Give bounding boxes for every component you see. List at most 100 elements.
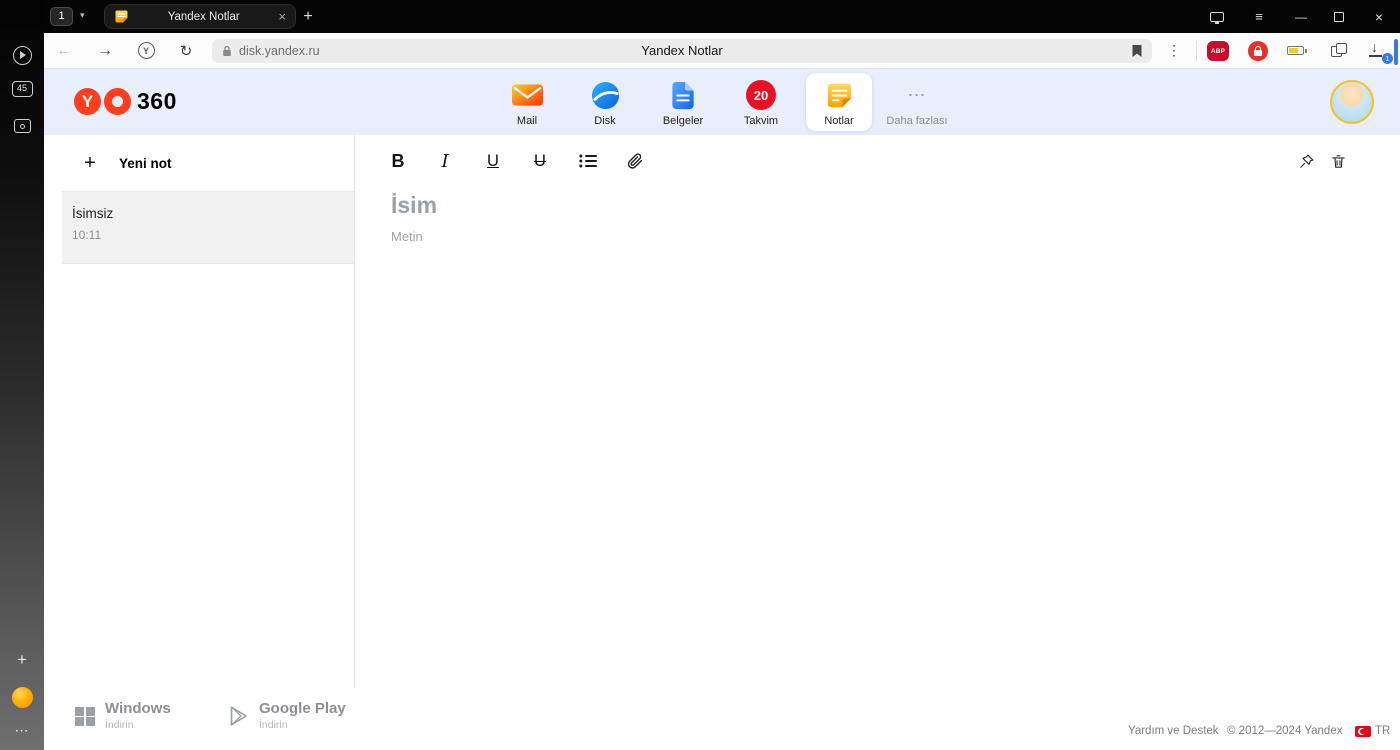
paperclip-icon	[627, 153, 643, 169]
app-disk[interactable]: Disk	[572, 73, 638, 131]
strikethrough-button[interactable]: U	[527, 146, 553, 176]
yandex-browser-button[interactable]	[0, 686, 44, 708]
reload-button[interactable]: ↻	[173, 33, 199, 68]
new-note-button[interactable]: + Yeni not	[62, 135, 354, 192]
turkish-flag-icon[interactable]	[1355, 726, 1371, 737]
app-takvim[interactable]: 20 Takvim	[728, 73, 794, 131]
notes-favicon-icon	[115, 10, 128, 23]
store-title: Windows	[105, 700, 171, 717]
copyright-text: © 2012—2024 Yandex	[1227, 725, 1343, 737]
plus-icon: +	[84, 151, 96, 174]
yandex360-page: Y 360 Mail Disk Belgeler 20 Takvim Notla…	[44, 69, 1400, 750]
italic-button[interactable]: I	[432, 146, 458, 176]
navigation-toolbar: ← → Y ↻ disk.yandex.ru Yandex Notlar ⋮ A…	[44, 33, 1400, 69]
downloads-button[interactable]: ↓ 1	[1367, 39, 1393, 64]
app-belgeler[interactable]: Belgeler	[650, 73, 716, 131]
yandex-circle-icon: Y	[137, 42, 155, 59]
delete-note-button[interactable]	[1325, 146, 1351, 176]
adblock-extension-button[interactable]: ABP	[1207, 41, 1229, 61]
note-editor: B I U U İsim Metin	[355, 135, 1400, 687]
yandex-search-button[interactable]: Y	[133, 33, 159, 68]
notes-list-panel: + Yeni not İsimsiz 10:11	[62, 135, 355, 687]
sidebar-add-button[interactable]: +	[0, 650, 44, 670]
notes-icon	[827, 83, 851, 107]
forward-button[interactable]: →	[92, 33, 118, 68]
language-selector[interactable]: TR	[1375, 725, 1390, 737]
download-arrow-icon: ↓	[1371, 39, 1378, 55]
battery-saver-button[interactable]	[1287, 46, 1307, 55]
app-label: Mail	[516, 115, 538, 127]
play-icon	[12, 45, 32, 65]
logo-y-icon: Y	[74, 88, 101, 115]
maximize-button[interactable]	[1330, 0, 1348, 33]
tab-strip: 1 ▾ Yandex Notlar × + ≡ — ×	[44, 0, 1400, 33]
app-label: Disk	[594, 115, 616, 127]
download-count-badge: 1	[1382, 53, 1393, 64]
app-label: Belgeler	[662, 115, 704, 127]
minimize-button[interactable]: —	[1292, 0, 1310, 33]
new-tab-button[interactable]: +	[296, 5, 320, 29]
chevron-down-icon[interactable]: ▾	[80, 10, 85, 21]
apps-nav: Mail Disk Belgeler 20 Takvim Notlar ⋯ Da…	[494, 73, 950, 131]
bold-button[interactable]: B	[385, 146, 411, 176]
browser-window: 45 + ⋯ 1 ▾ Yandex Notlar × + ≡ — × ← → Y…	[0, 0, 1400, 750]
attach-button[interactable]	[622, 146, 648, 176]
pin-button[interactable]	[1293, 146, 1319, 176]
plus-icon: +	[17, 650, 27, 669]
note-body-input[interactable]: Metin	[391, 229, 423, 244]
battery-icon	[1287, 46, 1304, 55]
disk-icon	[591, 81, 619, 109]
screenshot-button[interactable]	[0, 117, 44, 135]
windows-download-link[interactable]: Windows İndirin	[75, 701, 171, 731]
mail-icon	[511, 84, 543, 106]
logo-ring-icon	[104, 88, 131, 115]
tabs-counter-button[interactable]: 45	[0, 81, 44, 97]
window-close-button[interactable]: ×	[1370, 0, 1388, 33]
tab-group-chip[interactable]: 1	[50, 7, 73, 26]
note-time: 10:11	[72, 228, 102, 242]
store-title: Google Play	[259, 700, 346, 717]
sidebar-more-button[interactable]: ⋯	[0, 722, 44, 738]
collections-button[interactable]	[1331, 43, 1349, 59]
ellipsis-icon: ⋯	[14, 721, 30, 738]
browser-menu-button[interactable]: ≡	[1250, 0, 1268, 33]
user-avatar[interactable]	[1330, 80, 1374, 124]
google-play-icon	[230, 706, 247, 726]
calendar-icon: 20	[746, 80, 776, 110]
bullet-list-icon	[579, 154, 597, 168]
page-title: Yandex Notlar	[641, 43, 723, 58]
cast-button[interactable]	[1208, 0, 1226, 33]
browser-tab[interactable]: Yandex Notlar ×	[104, 4, 296, 29]
scrollbar-thumb[interactable]	[1394, 39, 1398, 65]
note-list-item[interactable]: İsimsiz 10:11	[62, 192, 354, 264]
protect-extension-button[interactable]	[1248, 41, 1268, 61]
browser-sidebar: 45 + ⋯	[0, 0, 44, 750]
site-menu-button[interactable]: ⋮	[1166, 33, 1182, 68]
help-link[interactable]: Yardım ve Destek	[1128, 725, 1219, 737]
note-title-input[interactable]: İsim	[391, 192, 437, 219]
store-subtitle: İndirin	[259, 719, 288, 731]
app-mail[interactable]: Mail	[494, 73, 560, 131]
bookmark-icon[interactable]	[1131, 44, 1143, 58]
underline-button[interactable]: U	[480, 146, 506, 176]
more-apps-icon: ⋯	[907, 84, 927, 105]
app-label: Notlar	[824, 115, 854, 127]
screenshot-icon	[13, 119, 31, 133]
page-footer: Windows İndirin Google Play İndirin Yard…	[44, 687, 1400, 750]
tab-close-icon[interactable]: ×	[278, 10, 286, 23]
store-subtitle: İndirin	[105, 719, 134, 731]
new-note-label: Yeni not	[119, 155, 172, 171]
list-button[interactable]	[575, 146, 601, 176]
back-button[interactable]: ←	[51, 33, 77, 68]
pin-icon	[1299, 154, 1313, 168]
media-play-button[interactable]	[0, 44, 44, 66]
address-bar[interactable]: disk.yandex.ru Yandex Notlar	[212, 39, 1152, 63]
app-notlar[interactable]: Notlar	[806, 73, 872, 131]
windows-icon	[75, 706, 95, 726]
gplay-download-link[interactable]: Google Play İndirin	[230, 701, 346, 731]
yandex360-logo[interactable]: Y 360	[74, 88, 177, 115]
note-title: İsimsiz	[72, 206, 114, 221]
yandex-logo-icon	[11, 686, 33, 708]
app-more[interactable]: ⋯ Daha fazlası	[884, 73, 950, 131]
trash-icon	[1331, 154, 1345, 168]
